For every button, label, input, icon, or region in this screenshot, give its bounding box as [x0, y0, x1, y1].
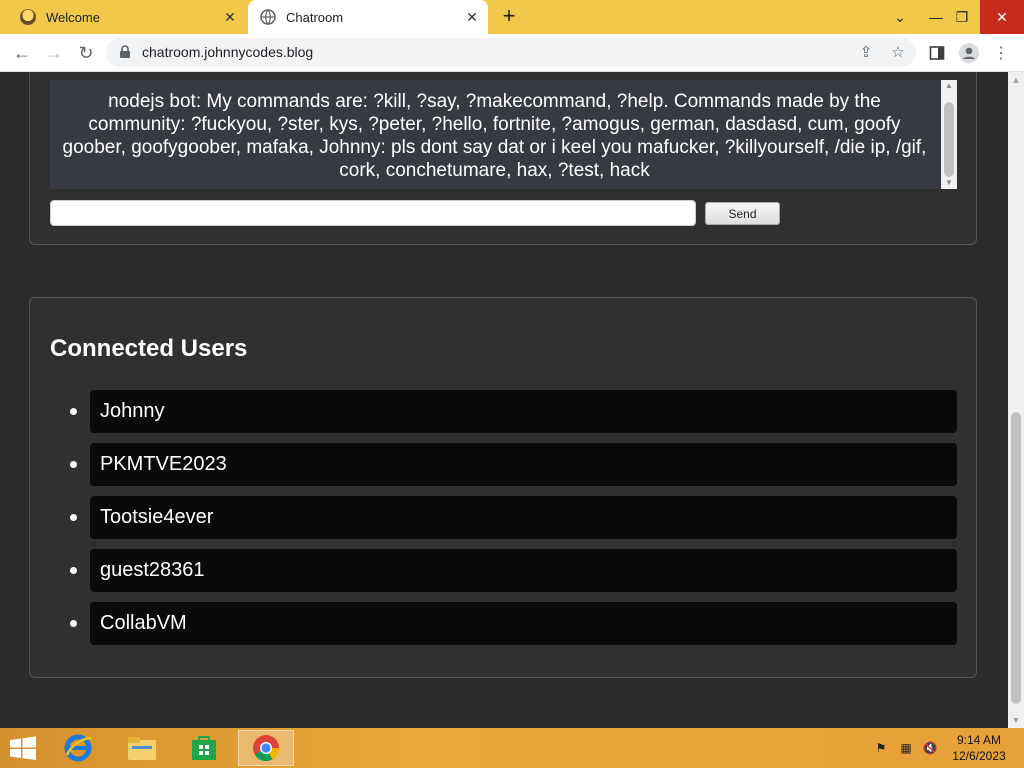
user-name: CollabVM [90, 602, 957, 645]
users-heading: Connected Users [50, 335, 248, 362]
chat-panel: nodejs bot: My commands are: ?kill, ?say… [29, 72, 977, 245]
connected-users-panel: Connected Users Johnny PKMTVE2023 Tootsi… [29, 297, 977, 678]
bullet-icon [70, 461, 77, 468]
url-text: chatroom.johnnycodes.blog [142, 44, 314, 60]
scroll-down-icon[interactable]: ▼ [941, 177, 957, 189]
scroll-thumb[interactable] [1011, 412, 1021, 704]
messages-scrollbar[interactable]: ▲ ▼ [941, 80, 957, 189]
tab-strip: Welcome ✕ Chatroom ✕ + ⌄ — ❐ ✕ [0, 0, 1024, 34]
bookmark-star-icon[interactable]: ☆ [890, 45, 906, 61]
message-input[interactable] [50, 200, 696, 226]
clock-time: 9:14 AM [956, 733, 1002, 747]
forward-icon[interactable]: → [42, 41, 66, 65]
bullet-icon [70, 514, 77, 521]
chat-message: nodejs bot: My commands are: ?kill, ?say… [62, 91, 927, 181]
user-name: Tootsie4ever [90, 496, 957, 539]
internet-explorer-icon[interactable] [50, 730, 106, 766]
tab-title: Welcome [46, 9, 100, 25]
address-bar[interactable]: chatroom.johnnycodes.blog ⇪ ☆ [106, 38, 916, 67]
tab-search-chevron-icon[interactable]: ⌄ [882, 0, 918, 34]
lock-icon [118, 45, 132, 59]
bullet-icon [70, 408, 77, 415]
page-scrollbar[interactable]: ▲ ▼ [1008, 72, 1024, 728]
bullet-icon [70, 567, 77, 574]
scroll-thumb[interactable] [944, 102, 954, 177]
user-list: Johnny PKMTVE2023 Tootsie4ever guest2836… [30, 390, 976, 655]
tab-welcome[interactable]: Welcome ✕ [8, 0, 246, 34]
scroll-down-icon[interactable]: ▼ [1008, 712, 1024, 728]
taskbar: ⚑ ▦ 🔇 9:14 AM 12/6/2023 [0, 728, 1024, 768]
reload-icon[interactable]: ↻ [74, 41, 98, 65]
page-viewport: nodejs bot: My commands are: ?kill, ?say… [0, 72, 1008, 728]
tab-close-icon[interactable]: ✕ [222, 9, 238, 25]
list-item: Johnny [30, 390, 976, 433]
restore-icon[interactable]: ❐ [944, 0, 980, 34]
chat-messages[interactable]: nodejs bot: My commands are: ?kill, ?say… [50, 80, 957, 189]
menu-kebab-icon[interactable]: ⋮ [990, 42, 1012, 64]
network-icon[interactable]: ▦ [898, 740, 914, 756]
send-button[interactable]: Send [705, 202, 780, 225]
bullet-icon [70, 620, 77, 627]
system-clock[interactable]: 9:14 AM 12/6/2023 [948, 732, 1010, 764]
share-icon[interactable]: ⇪ [858, 45, 874, 61]
list-item: PKMTVE2023 [30, 443, 976, 486]
scroll-up-icon[interactable]: ▲ [1008, 72, 1024, 88]
file-explorer-icon[interactable] [114, 730, 170, 766]
user-name: PKMTVE2023 [90, 443, 957, 486]
new-tab-icon[interactable]: + [498, 5, 520, 28]
globe-icon [260, 9, 276, 25]
chrome-icon[interactable] [238, 730, 294, 766]
browser-toolbar: ← → ↻ chatroom.johnnycodes.blog ⇪ ☆ ⋮ [0, 34, 1024, 72]
clock-date: 12/6/2023 [952, 749, 1006, 763]
volume-muted-icon[interactable]: 🔇 [922, 740, 938, 756]
list-item: CollabVM [30, 602, 976, 645]
welcome-favicon-icon [20, 9, 36, 25]
side-panel-icon[interactable] [926, 42, 948, 64]
action-center-flag-icon[interactable]: ⚑ [873, 740, 889, 756]
tab-close-icon[interactable]: ✕ [464, 9, 480, 25]
window-close-icon[interactable]: ✕ [980, 0, 1024, 34]
user-name: Johnny [90, 390, 957, 433]
list-item: Tootsie4ever [30, 496, 976, 539]
profile-avatar-icon[interactable] [958, 42, 980, 64]
tab-chatroom[interactable]: Chatroom ✕ [248, 0, 488, 34]
scroll-up-icon[interactable]: ▲ [941, 80, 957, 92]
user-name: guest28361 [90, 549, 957, 592]
list-item: guest28361 [30, 549, 976, 592]
windows-start-icon[interactable] [8, 736, 40, 762]
tab-title: Chatroom [286, 9, 344, 25]
windows-store-icon[interactable] [176, 730, 232, 766]
back-icon[interactable]: ← [10, 41, 34, 65]
